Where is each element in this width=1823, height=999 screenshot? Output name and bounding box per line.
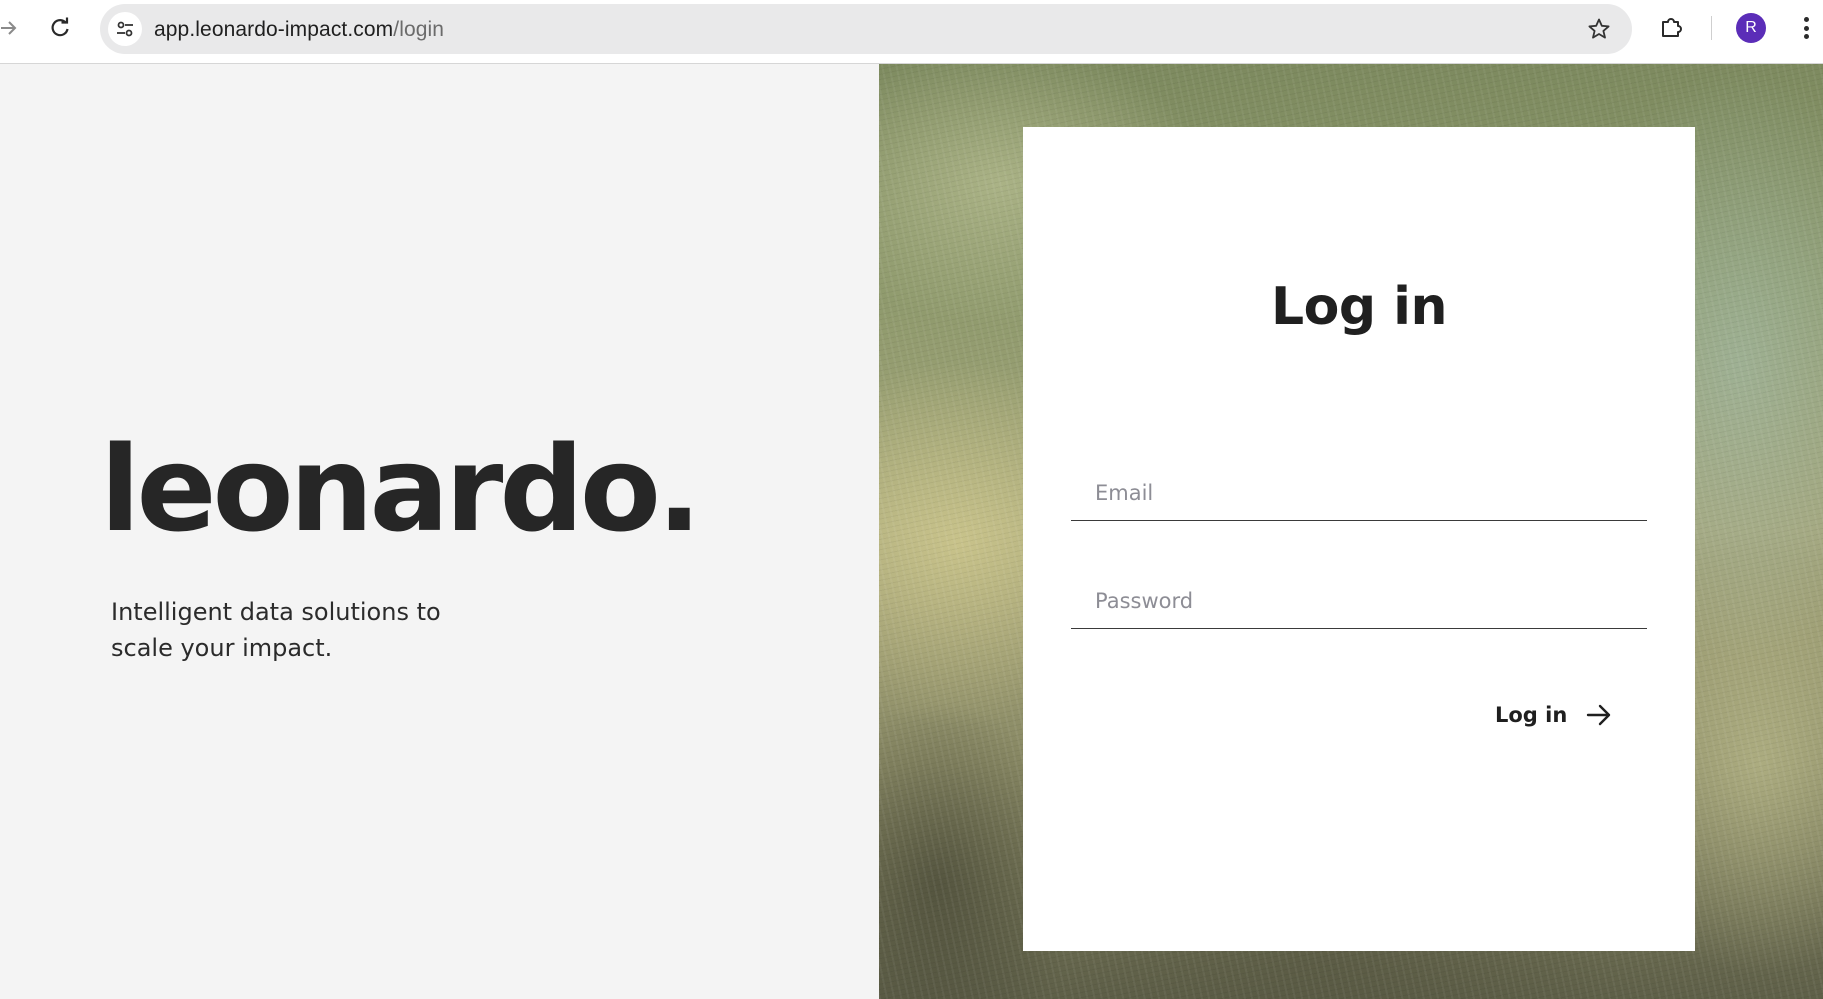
tagline: Intelligent data solutions to scale your…: [111, 594, 491, 666]
hero-panel: leonardo. Intelligent data solutions to …: [0, 64, 879, 999]
puzzle-icon: [1662, 18, 1682, 37]
password-field-wrapper: [1071, 573, 1647, 629]
reload-button[interactable]: [44, 12, 76, 44]
url-host: app.leonardo-impact.com: [154, 18, 394, 41]
tagline-line: scale your impact.: [111, 634, 333, 662]
password-input[interactable]: [1071, 573, 1647, 628]
forward-button[interactable]: [0, 14, 20, 42]
menu-dot-icon: [1803, 25, 1809, 31]
bookmark-button[interactable]: [1586, 16, 1612, 42]
login-card: Log in Log in: [1023, 127, 1695, 951]
url-text: app.leonardo-impact.com/login: [154, 18, 444, 42]
login-title: Log in: [1270, 277, 1448, 337]
email-field-wrapper: [1071, 465, 1647, 521]
menu-dot-icon: [1803, 34, 1809, 39]
extensions-button[interactable]: [1657, 12, 1687, 42]
email-input[interactable]: [1071, 465, 1647, 520]
arrow-right-icon: [1585, 701, 1613, 729]
browser-toolbar: app.leonardo-impact.com/login R: [0, 0, 1823, 64]
toolbar-divider: [1711, 16, 1712, 40]
tune-icon: [117, 21, 133, 37]
browser-menu-button[interactable]: [1796, 14, 1816, 42]
tagline-line: Intelligent data solutions to: [111, 598, 441, 626]
url-path: /login: [393, 18, 445, 41]
star-icon: [1588, 18, 1610, 39]
address-bar[interactable]: app.leonardo-impact.com/login: [100, 4, 1632, 54]
login-submit-label: Log in: [1495, 703, 1568, 727]
reload-icon: [51, 17, 69, 37]
arrow-forward-icon: [1, 21, 17, 35]
login-submit-button[interactable]: Log in: [1495, 695, 1613, 735]
profile-avatar[interactable]: R: [1736, 13, 1766, 43]
site-info-button[interactable]: [108, 12, 142, 46]
menu-dot-icon: [1803, 17, 1809, 22]
brand-logo-text: leonardo.: [100, 420, 702, 558]
